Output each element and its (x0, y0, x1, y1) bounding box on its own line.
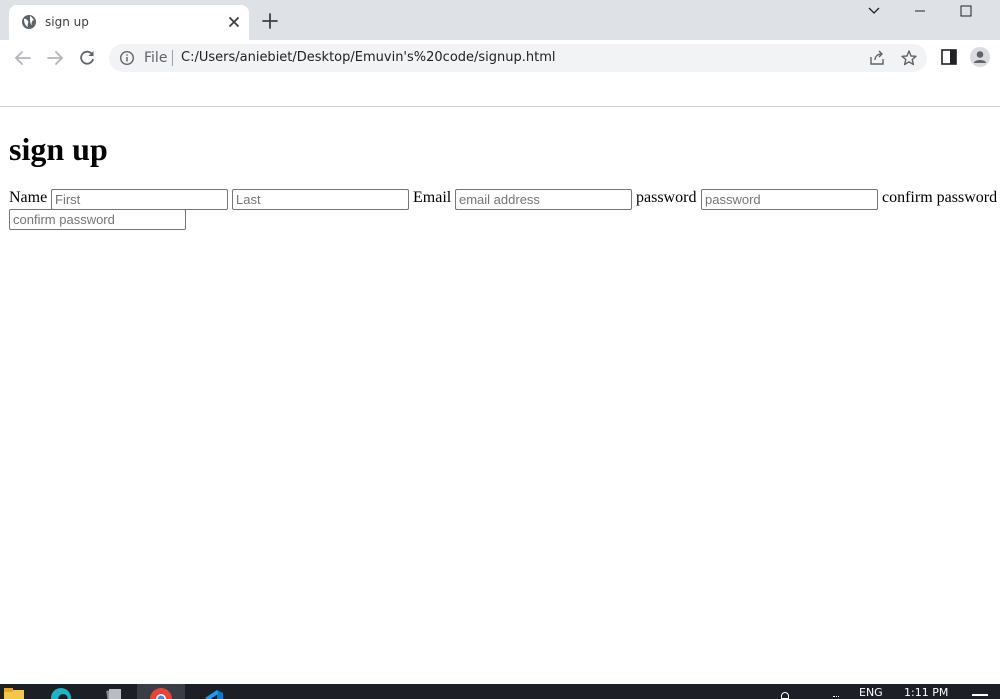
page-content: sign up Name Email password confirm pass… (0, 107, 1000, 684)
edge-browser-icon[interactable] (47, 684, 75, 699)
email-label: Email (413, 189, 452, 206)
address-divider (172, 50, 173, 66)
tab-title: sign up (45, 15, 89, 29)
tab-search-chevron-icon[interactable] (851, 0, 897, 28)
close-icon[interactable] (225, 13, 243, 31)
forward-arrow-icon[interactable] (45, 48, 65, 68)
share-icon[interactable] (868, 49, 886, 67)
notification-center-icon[interactable] (972, 694, 988, 696)
password-label: password (636, 189, 697, 206)
maximize-icon[interactable] (943, 0, 989, 28)
reload-icon[interactable] (77, 48, 97, 68)
address-bar[interactable]: File C:/Users/aniebiet/Desktop/Emuvin's%… (109, 44, 927, 72)
name-label: Name (9, 189, 48, 206)
url-text[interactable]: C:/Users/aniebiet/Desktop/Emuvin's%20cod… (181, 50, 556, 66)
bookmarks-bar (0, 76, 1000, 107)
clock-time[interactable]: 1:11 PM (904, 687, 948, 699)
password-input[interactable] (701, 189, 878, 210)
tray-network-icon[interactable] (833, 696, 839, 698)
file-explorer-icon[interactable] (0, 684, 28, 699)
page-title: sign up (9, 131, 108, 167)
scheme-label: File (144, 50, 168, 66)
browser-toolbar: File C:/Users/aniebiet/Desktop/Emuvin's%… (0, 40, 1000, 76)
language-indicator[interactable]: ENG (859, 687, 883, 699)
bookmark-star-icon[interactable] (900, 49, 918, 67)
browser-tab[interactable]: sign up (9, 5, 249, 40)
documents-app-icon[interactable] (101, 684, 125, 699)
back-arrow-icon[interactable] (13, 48, 33, 68)
confirm-password-input[interactable] (9, 209, 186, 230)
profile-avatar-icon[interactable] (969, 46, 991, 68)
side-panel-icon[interactable] (940, 48, 958, 66)
browser-titlebar: sign up (0, 0, 1000, 40)
minimize-icon[interactable] (897, 0, 943, 28)
tray-people-icon[interactable] (781, 692, 789, 699)
globe-icon (22, 15, 36, 29)
info-icon[interactable] (119, 50, 135, 66)
last-name-input[interactable] (232, 189, 409, 210)
confirm-password-label: confirm password (882, 189, 998, 206)
vscode-icon[interactable] (197, 684, 225, 699)
first-name-input[interactable] (51, 189, 228, 210)
new-tab-plus-icon[interactable] (261, 12, 279, 30)
windows-taskbar: ENG 1:11 PM (0, 684, 1000, 699)
email-input[interactable] (455, 189, 632, 210)
chrome-browser-icon[interactable] (137, 684, 185, 699)
